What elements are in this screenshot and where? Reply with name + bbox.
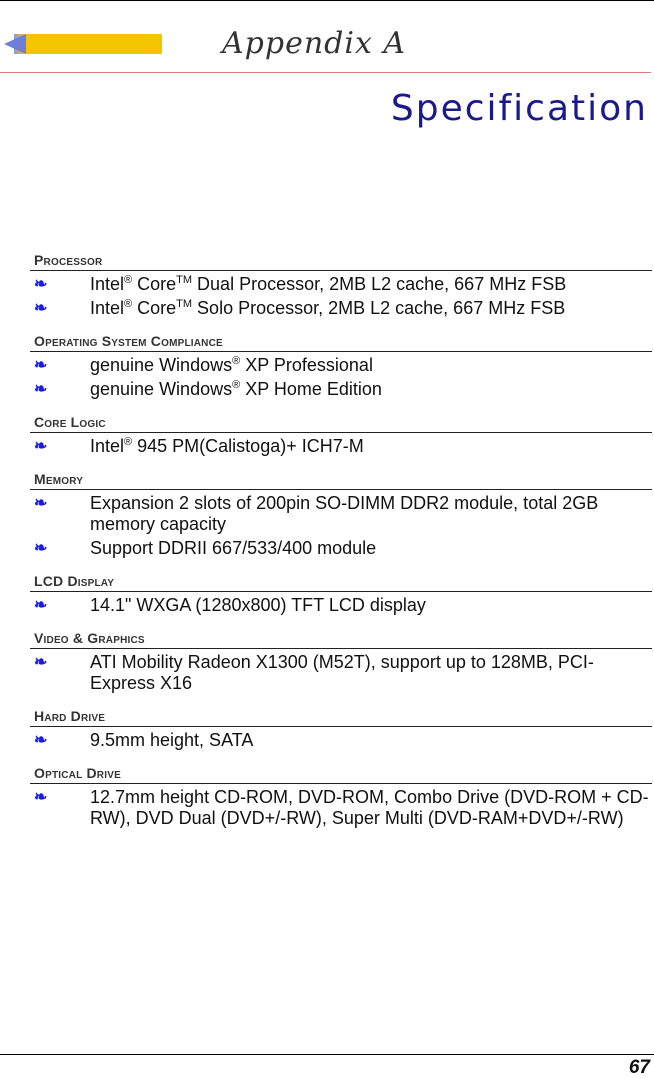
superscript-mark: TM — [176, 298, 193, 310]
section-heading: Processor — [30, 252, 652, 271]
superscript-mark: ® — [232, 379, 241, 391]
text-run: 12.7mm height CD-ROM, DVD-ROM, Combo Dri… — [90, 787, 649, 828]
section-processor: Processor ❧ Intel® CoreTM Dual Processor, … — [30, 252, 652, 319]
bullet-icon: ❧ — [34, 300, 48, 317]
list-item: ❧ genuine Windows® XP Professional — [34, 355, 652, 376]
section-memory: Memory ❧ Expansion 2 slots of 200pin SO-DI… — [30, 471, 652, 559]
section-heading: Memory — [30, 471, 652, 490]
text-run: genuine Windows — [90, 379, 233, 399]
section-os: Operating System Compliance ❧ genuine Wind… — [30, 333, 652, 400]
bullet-icon: ❧ — [34, 540, 48, 557]
top-rule — [0, 0, 654, 1]
section-lcd: LCD Display ❧ 14.1" WXGA (1280x800) TFT LC… — [30, 573, 652, 616]
page-number: 67 — [628, 1057, 650, 1078]
section-heading: Optical Drive — [30, 765, 652, 784]
bullet-icon: ❧ — [34, 495, 48, 512]
text-run: XP Professional — [240, 355, 373, 375]
list-item: ❧ Support DDRII 667/533/400 module — [34, 538, 652, 559]
item-text: 9.5mm height, SATA — [90, 730, 652, 751]
text-run: 9.5mm height, SATA — [90, 730, 254, 750]
page-title: Specification — [390, 88, 648, 129]
superscript-mark: ® — [124, 298, 133, 310]
item-text: Intel® CoreTM Dual Processor, 2MB L2 cac… — [90, 274, 652, 295]
list-item: ❧ 9.5mm height, SATA — [34, 730, 652, 751]
section-heading: Video & Graphics — [30, 630, 652, 649]
spec-content: Processor ❧ Intel® CoreTM Dual Processor, … — [30, 252, 652, 843]
text-run: 14.1" WXGA (1280x800) TFT LCD display — [90, 595, 426, 615]
list-item: ❧ genuine Windows® XP Home Edition — [34, 379, 652, 400]
bullet-icon: ❧ — [34, 597, 48, 614]
superscript-mark: ® — [124, 436, 133, 448]
text-run: genuine Windows — [90, 355, 233, 375]
text-run: 945 PM(Calistoga)+ ICH7-M — [132, 436, 364, 456]
section-hdd: Hard Drive ❧ 9.5mm height, SATA — [30, 708, 652, 751]
item-text: ATI Mobility Radeon X1300 (M52T), suppor… — [90, 652, 652, 694]
list-item: ❧ Intel® CoreTM Solo Processor, 2MB L2 ca… — [34, 298, 652, 319]
text-run: Support DDRII 667/533/400 module — [90, 538, 377, 558]
banner-bar — [24, 34, 162, 54]
bullet-icon: ❧ — [34, 381, 48, 398]
item-text: Expansion 2 slots of 200pin SO-DIMM DDR2… — [90, 493, 652, 535]
bullet-icon: ❧ — [34, 357, 48, 374]
item-text: Intel® CoreTM Solo Processor, 2MB L2 cac… — [90, 298, 652, 319]
text-run: XP Home Edition — [240, 379, 382, 399]
text-run: Solo Processor, 2MB L2 cache, 667 MHz FS… — [192, 298, 566, 318]
list-item: ❧ Intel® CoreTM Dual Processor, 2MB L2 ca… — [34, 274, 652, 295]
item-text: Support DDRII 667/533/400 module — [90, 538, 652, 559]
bullet-icon: ❧ — [34, 438, 48, 455]
section-core-logic: Core Logic ❧ Intel® 945 PM(Calistoga)+ ICH… — [30, 414, 652, 457]
superscript-mark: ® — [124, 274, 133, 286]
bullet-icon: ❧ — [34, 789, 48, 806]
text-run: Core — [132, 298, 177, 318]
item-text: genuine Windows® XP Professional — [90, 355, 652, 376]
list-item: ❧ 12.7mm height CD-ROM, DVD-ROM, Combo Dr… — [34, 787, 652, 829]
list-item: ❧ Intel® 945 PM(Calistoga)+ ICH7-M — [34, 436, 652, 457]
list-item: ❧ ATI Mobility Radeon X1300 (M52T), suppo… — [34, 652, 652, 694]
section-heading: Operating System Compliance — [30, 333, 652, 352]
footer-divider — [0, 1054, 654, 1055]
superscript-mark: TM — [176, 274, 193, 286]
list-item: ❧ 14.1" WXGA (1280x800) TFT LCD display — [34, 595, 652, 616]
bullet-icon: ❧ — [34, 654, 48, 671]
item-text: genuine Windows® XP Home Edition — [90, 379, 652, 400]
superscript-mark: ® — [232, 355, 241, 367]
appendix-label: Appendix A — [222, 26, 407, 61]
section-video: Video & Graphics ❧ ATI Mobility Radeon X13… — [30, 630, 652, 694]
bullet-icon: ❧ — [34, 732, 48, 749]
arrow-left-icon — [4, 34, 26, 54]
item-text: 14.1" WXGA (1280x800) TFT LCD display — [90, 595, 652, 616]
header-divider — [0, 72, 651, 73]
section-heading: LCD Display — [30, 573, 652, 592]
text-run: Intel — [90, 436, 125, 456]
section-heading: Core Logic — [30, 414, 652, 433]
appendix-banner: Appendix A — [0, 26, 654, 68]
item-text: Intel® 945 PM(Calistoga)+ ICH7-M — [90, 436, 652, 457]
section-optical: Optical Drive ❧ 12.7mm height CD-ROM, DVD-… — [30, 765, 652, 829]
text-run: Intel — [90, 274, 125, 294]
text-run: ATI Mobility Radeon X1300 (M52T), suppor… — [90, 652, 594, 693]
text-run: Intel — [90, 298, 125, 318]
text-run: Core — [132, 274, 177, 294]
text-run: Dual Processor, 2MB L2 cache, 667 MHz FS… — [192, 274, 567, 294]
list-item: ❧ Expansion 2 slots of 200pin SO-DIMM DDR… — [34, 493, 652, 535]
section-heading: Hard Drive — [30, 708, 652, 727]
text-run: Expansion 2 slots of 200pin SO-DIMM DDR2… — [90, 493, 599, 534]
bullet-icon: ❧ — [34, 276, 48, 293]
item-text: 12.7mm height CD-ROM, DVD-ROM, Combo Dri… — [90, 787, 652, 829]
